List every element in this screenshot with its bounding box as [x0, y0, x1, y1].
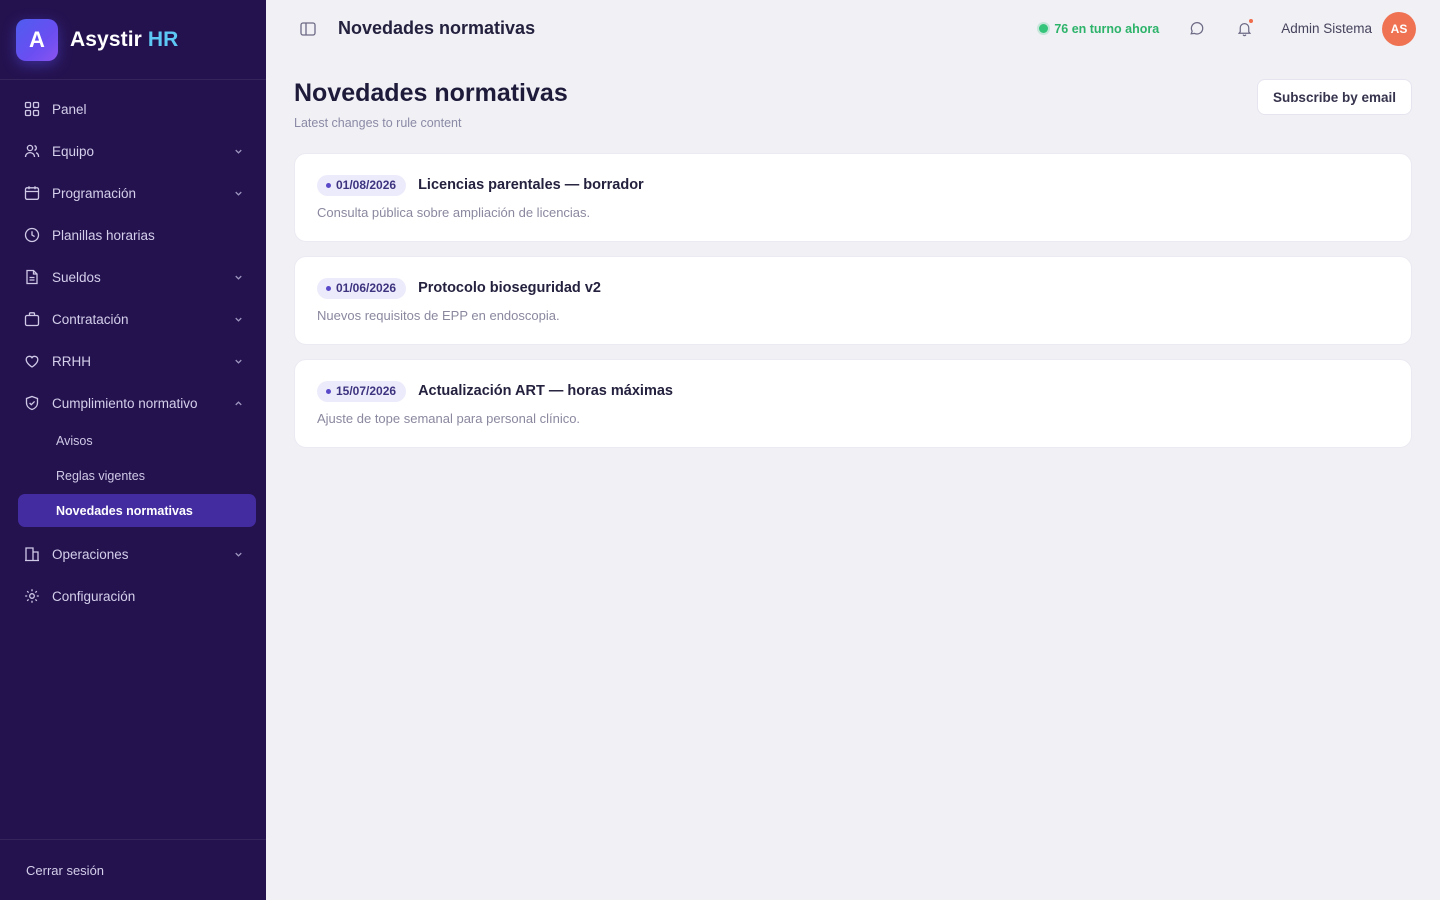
update-title: Licencias parentales — borrador [418, 177, 644, 193]
chevron-down-icon [232, 187, 244, 199]
sidebar-item-sueldos[interactable]: Sueldos [0, 256, 266, 298]
sidebar-item-rrhh[interactable]: RRHH [0, 340, 266, 382]
badge-dot [326, 285, 331, 291]
chevron-down-icon [232, 271, 244, 283]
heart-icon [24, 353, 40, 369]
avatar[interactable]: AS [1382, 11, 1416, 46]
notification-dot [1249, 18, 1254, 23]
sidebar-item-label: Sueldos [52, 269, 101, 285]
chevron-down-icon [232, 145, 244, 157]
chat-icon[interactable] [1185, 18, 1207, 40]
sidebar-item-configuracion[interactable]: Configuración [0, 575, 266, 617]
badge-dot [326, 388, 331, 394]
badge-dot [326, 182, 331, 188]
sidebar-nav: Panel Equipo Programación Planillas hora… [0, 80, 266, 617]
update-card[interactable]: 01/08/2026 Licencias parentales — borrad… [294, 153, 1412, 242]
building-icon [24, 546, 40, 562]
shield-check-icon [24, 395, 40, 411]
sidebar-subitem-avisos[interactable]: Avisos [18, 424, 256, 457]
topbar-title: Novedades normativas [338, 18, 536, 38]
sidebar-item-label: RRHH [52, 353, 91, 369]
sidebar-item-label: Configuración [52, 588, 136, 604]
sidebar-item-label: Equipo [52, 143, 95, 159]
sidebar-item-label: Programación [52, 185, 137, 201]
calendar-icon [24, 185, 40, 201]
sidebar-subitem-reglas-vigentes[interactable]: Reglas vigentes [18, 459, 256, 492]
bell-icon[interactable] [1233, 18, 1255, 40]
brand-name-accent: HR [147, 27, 179, 51]
update-description: Consulta pública sobre ampliación de lic… [317, 205, 591, 220]
clock-icon [24, 227, 40, 243]
sidebar-item-label: Cumplimiento normativo [52, 395, 198, 411]
user-name[interactable]: Admin Sistema [1281, 21, 1372, 36]
brand-name-text: Asystir [70, 27, 142, 51]
sidebar-item-contratacion[interactable]: Contratación [0, 298, 266, 340]
document-icon [24, 269, 40, 285]
brand-logo: A [16, 18, 58, 61]
sidebar-item-label: Contratación [52, 311, 129, 327]
update-card[interactable]: 15/07/2026 Actualización ART — horas máx… [294, 359, 1412, 448]
date-badge: 01/08/2026 [317, 174, 407, 196]
sidebar-item-label: Panel [52, 101, 87, 117]
brand[interactable]: A Asystir HR [0, 0, 266, 80]
sidebar-item-programacion[interactable]: Programación [0, 172, 266, 214]
chevron-up-icon [232, 397, 244, 409]
sidebar-item-operaciones[interactable]: Operaciones [0, 533, 266, 575]
on-shift-status[interactable]: 76 en turno ahora [1039, 22, 1159, 36]
grid-icon [24, 101, 40, 117]
page-header: Novedades normativas Latest changes to r… [294, 57, 1412, 153]
date-badge-text: 15/07/2026 [336, 384, 397, 398]
brand-name: Asystir HR [70, 28, 178, 52]
topbar: Novedades normativas 76 en turno ahora A… [266, 0, 1440, 57]
briefcase-icon [24, 311, 40, 327]
on-shift-label: 76 en turno ahora [1054, 21, 1160, 36]
status-dot [1039, 24, 1049, 33]
users-icon [24, 143, 40, 159]
page-title: Novedades normativas [294, 79, 568, 107]
date-badge-text: 01/08/2026 [336, 178, 397, 192]
logout-button[interactable]: Cerrar sesión [0, 839, 266, 900]
date-badge: 15/07/2026 [317, 380, 407, 402]
sidebar: A Asystir HR Panel Equipo Programación P… [0, 0, 266, 900]
compliance-subnav: Avisos Reglas vigentes Novedades normati… [0, 424, 266, 533]
subscribe-by-email-button[interactable]: Subscribe by email [1256, 79, 1412, 115]
chevron-down-icon [232, 355, 244, 367]
update-description: Ajuste de tope semanal para personal clí… [317, 411, 581, 426]
update-title: Protocolo bioseguridad v2 [418, 280, 601, 296]
update-title: Actualización ART — horas máximas [418, 383, 673, 399]
chevron-down-icon [232, 548, 244, 560]
main-content: Novedades normativas Latest changes to r… [294, 57, 1412, 462]
sidebar-toggle-icon[interactable] [298, 19, 318, 39]
update-card[interactable]: 01/06/2026 Protocolo bioseguridad v2 Nue… [294, 256, 1412, 345]
gear-icon [24, 588, 40, 604]
chevron-down-icon [232, 313, 244, 325]
page-subtitle: Latest changes to rule content [294, 116, 462, 130]
sidebar-item-equipo[interactable]: Equipo [0, 130, 266, 172]
sidebar-subitem-novedades-normativas[interactable]: Novedades normativas [18, 494, 256, 527]
update-description: Nuevos requisitos de EPP en endoscopia. [317, 308, 560, 323]
date-badge: 01/06/2026 [317, 277, 407, 299]
sidebar-item-planillas-horarias[interactable]: Planillas horarias [0, 214, 266, 256]
sidebar-item-panel[interactable]: Panel [0, 88, 266, 130]
sidebar-item-cumplimiento-normativo[interactable]: Cumplimiento normativo [0, 382, 266, 424]
date-badge-text: 01/06/2026 [336, 281, 397, 295]
sidebar-item-label: Planillas horarias [52, 227, 155, 243]
sidebar-item-label: Operaciones [52, 546, 129, 562]
